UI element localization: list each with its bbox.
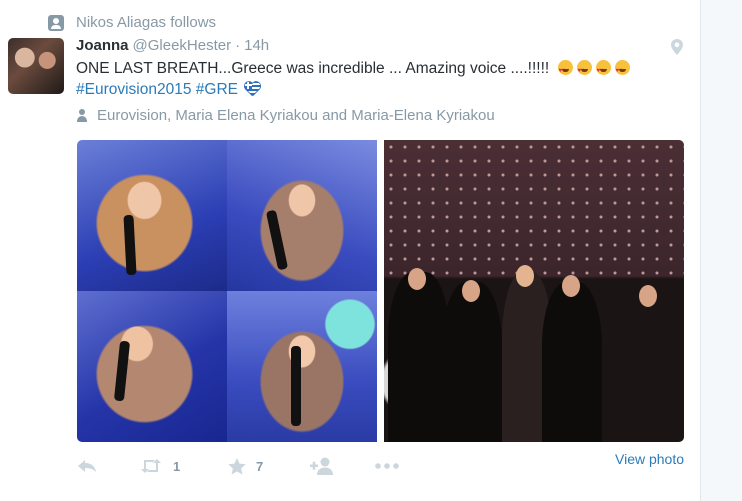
retweet-icon — [141, 459, 161, 473]
collage-photo-4 — [227, 291, 377, 442]
reply-icon — [78, 460, 96, 472]
more-button[interactable] — [375, 455, 399, 477]
tweet-header: Joanna @GleekHester · 14h — [76, 37, 269, 54]
more-dots-icon — [375, 463, 399, 469]
heart-eyes-emoji-icon — [557, 60, 573, 82]
timeline-right-gutter — [700, 0, 742, 501]
view-photo-link[interactable]: View photo — [615, 451, 684, 467]
heart-eyes-emoji-icon — [595, 60, 611, 82]
collage-photo-1 — [77, 140, 227, 291]
follow-context-icon — [48, 14, 64, 31]
timestamp[interactable]: 14h — [244, 37, 269, 54]
tweet-body: ONE LAST BREATH...Greece was incredible … — [76, 60, 550, 77]
tweet-text: ONE LAST BREATH...Greece was incredible … — [76, 58, 686, 100]
greek-flag-heart-icon — [244, 81, 262, 96]
retweet-button[interactable]: 1 — [139, 455, 180, 477]
tagged-people-text[interactable]: Eurovision, Maria Elena Kyriakou and Mar… — [97, 107, 495, 124]
collage-photo-2 — [227, 140, 377, 291]
heart-eyes-emoji-icon — [576, 60, 592, 82]
favorite-count: 7 — [256, 458, 264, 474]
heart-eyes-emoji-icon — [614, 60, 630, 82]
hashtag-link[interactable]: #GRE — [196, 81, 238, 98]
tweet-card[interactable]: Nikos Aliagas follows Joanna @GleekHeste… — [0, 0, 700, 501]
follow-button[interactable] — [310, 455, 334, 477]
media-container[interactable] — [77, 140, 684, 442]
tweet-actions: 1 7 — [77, 455, 687, 477]
reply-button[interactable] — [77, 455, 97, 477]
collage-photo-3 — [77, 291, 227, 442]
geo-pin-icon[interactable] — [671, 39, 683, 55]
group-photo[interactable] — [384, 140, 684, 442]
user-handle[interactable]: @GleekHester — [133, 37, 232, 54]
person-icon — [76, 108, 88, 123]
favorite-button[interactable]: 7 — [228, 455, 263, 477]
context-text[interactable]: Nikos Aliagas follows — [76, 14, 216, 31]
separator: · — [235, 37, 241, 54]
star-icon — [228, 457, 246, 474]
avatar[interactable] — [8, 38, 64, 94]
hashtag-link[interactable]: #Eurovision2015 — [76, 81, 191, 98]
social-context: Nikos Aliagas follows — [48, 14, 216, 31]
tagged-people[interactable]: Eurovision, Maria Elena Kyriakou and Mar… — [76, 107, 495, 124]
retweet-count: 1 — [173, 458, 181, 474]
display-name[interactable]: Joanna — [76, 37, 129, 54]
photo-collage[interactable] — [77, 140, 377, 442]
add-user-icon — [310, 457, 333, 475]
